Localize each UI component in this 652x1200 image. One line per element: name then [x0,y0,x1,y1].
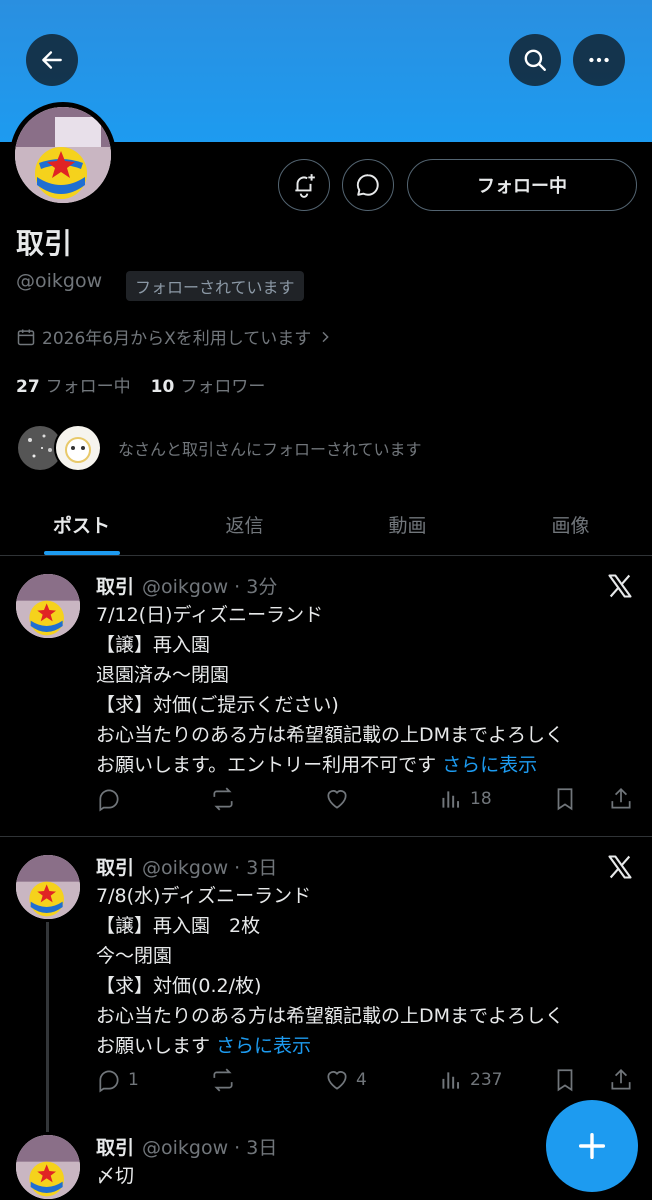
share-icon [611,788,631,809]
post-text: 7/12(日)ディズニーランド 【譲】再入園 退園済み〜閉園 【求】対価(ご提示… [96,600,636,780]
heart-icon [327,790,347,809]
bookmark-button[interactable] [552,786,578,812]
post-handle-time: @oikgow · 3分 [142,576,278,598]
mutuals-text: なさんと取引さんにフォローされています [118,440,422,459]
following-count: 27 [16,377,40,397]
post-handle-time: @oikgow · 3日 [142,857,278,879]
follow-counts: 27 フォロー中 10 フォロワー [16,372,265,397]
compose-button[interactable] [546,1100,638,1192]
joined-text: 2026年6月からXを利用しています [42,329,312,349]
more-icon [589,57,609,63]
repost-button[interactable] [210,786,242,812]
following-link[interactable]: 27 フォロー中 [16,372,131,397]
profile-handle: @oikgow [16,270,103,292]
back-button[interactable] [26,34,78,86]
bookmark-icon [557,1069,573,1092]
post-header: 取引 @oikgow · 3日 [96,1133,277,1160]
calendar-icon [17,329,35,345]
x-logo-icon[interactable] [606,853,634,881]
tab-images[interactable]: 画像 [489,494,652,555]
show-more-link[interactable]: さらに表示 [216,1035,311,1057]
mutual-avatar [54,424,102,472]
more-options-button[interactable] [573,34,625,86]
like-count: 4 [356,1070,367,1090]
reply-count: 1 [128,1070,139,1090]
x-logo-icon[interactable] [606,572,634,600]
plus-icon [578,1132,606,1160]
following-button[interactable]: フォロー中 [407,159,637,211]
post-header: 取引 @oikgow · 3日 [96,853,277,880]
post-avatar[interactable] [16,855,80,919]
views-count: 237 [470,1070,503,1090]
arrow-left-icon [42,51,62,69]
like-button[interactable]: 4 [324,1067,367,1093]
post-author-name[interactable]: 取引 [96,857,134,879]
profile-tabs: ポスト 返信 動画 画像 [0,494,652,556]
post[interactable]: 取引 @oikgow · 3日 7/8(水)ディズニーランド 【譲】再入園 2枚 … [0,837,652,1117]
profile-avatar[interactable] [10,102,116,208]
tab-replies[interactable]: 返信 [163,494,326,555]
followers-label: フォロワー [180,377,266,397]
message-icon [356,174,379,196]
bookmark-icon [557,788,573,811]
tab-videos[interactable]: 動画 [326,494,489,555]
bell-plus-icon [295,174,315,198]
post-handle-time: @oikgow · 3日 [142,1137,278,1159]
engagement-bar: 18 [96,786,634,816]
repost-icon [213,1068,233,1092]
post-text: 7/8(水)ディズニーランド 【譲】再入園 2枚 今〜閉園 【求】対価(0.2/… [96,881,636,1061]
joined-date[interactable]: 2026年6月からXを利用しています [16,324,333,349]
share-icon [611,1069,631,1090]
reply-icon [99,1070,119,1093]
post-author-name[interactable]: 取引 [96,576,134,598]
tab-posts[interactable]: ポスト [0,494,163,555]
repost-icon [213,787,233,811]
followers-link[interactable]: 10 フォロワー [151,372,266,397]
engagement-bar: 1 4 237 [96,1067,634,1097]
post-text-content: 7/8(水)ディズニーランド 【譲】再入園 2枚 今〜閉園 【求】対価(0.2/… [96,885,565,1057]
share-button[interactable] [608,1067,634,1093]
post[interactable]: 取引 @oikgow · 3分 7/12(日)ディズニーランド 【譲】再入園 退園… [0,556,652,836]
mutual-followers[interactable]: なさんと取引さんにフォローされています [16,424,422,472]
profile-name: 取引 [16,227,73,260]
heart-icon [327,1071,347,1090]
like-button[interactable] [324,786,356,812]
views-count: 18 [470,789,492,809]
views-button[interactable]: 237 [438,1067,502,1093]
message-button[interactable] [342,159,394,211]
following-label: フォロー中 [45,377,131,397]
post-avatar[interactable] [16,1135,80,1199]
views-icon [442,1072,460,1089]
search-icon [524,49,546,71]
reply-icon [99,789,119,812]
post-author-name[interactable]: 取引 [96,1137,134,1159]
reply-button[interactable]: 1 [96,1067,139,1093]
views-button[interactable]: 18 [438,786,492,812]
notifications-button[interactable] [278,159,330,211]
share-button[interactable] [608,786,634,812]
post-header: 取引 @oikgow · 3分 [96,572,277,599]
bookmark-button[interactable] [552,1067,578,1093]
show-more-link[interactable]: さらに表示 [442,754,537,776]
search-button[interactable] [509,34,561,86]
post-text-content: 7/12(日)ディズニーランド 【譲】再入園 退園済み〜閉園 【求】対価(ご提示… [96,604,565,776]
reply-button[interactable] [96,786,128,812]
repost-button[interactable] [210,1067,242,1093]
chevron-right-icon [322,331,329,342]
views-icon [442,791,460,808]
ball-avatar-image [15,107,111,203]
followers-count: 10 [150,377,175,397]
post-avatar[interactable] [16,574,80,638]
follows-you-badge: フォローされています [126,271,304,301]
